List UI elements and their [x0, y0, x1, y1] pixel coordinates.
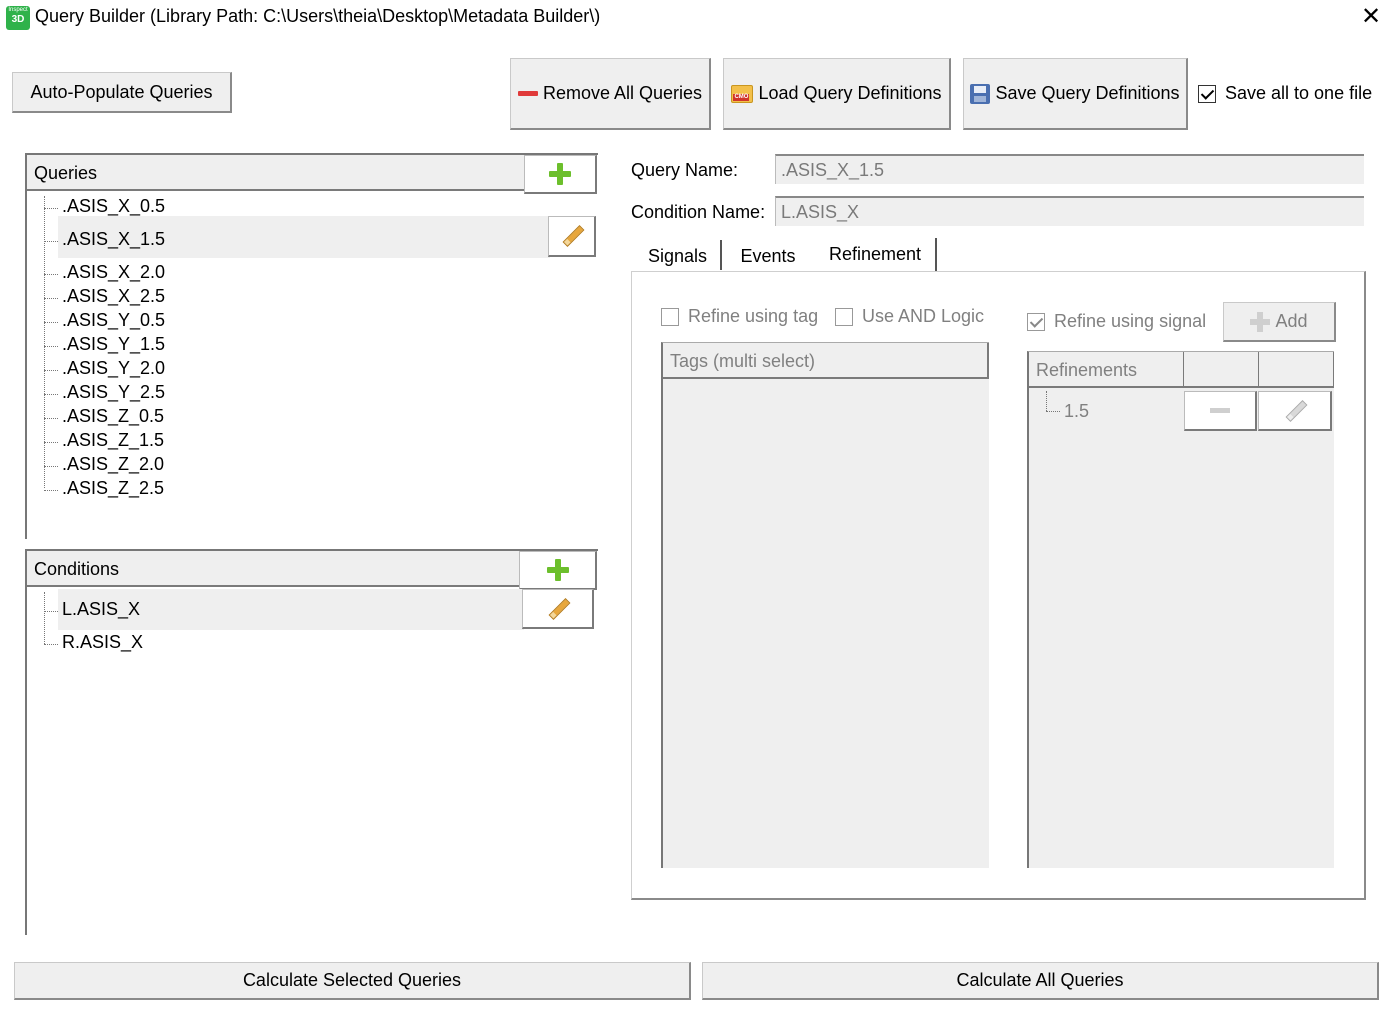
minus-icon [1210, 408, 1230, 413]
condition-name-label: Condition Name: [631, 202, 766, 222]
query-item[interactable]: .ASIS_Y_2.0 [62, 358, 165, 379]
close-icon[interactable]: ✕ [1358, 2, 1384, 32]
refinement-item[interactable]: 1.5 [1064, 401, 1089, 422]
condition-item[interactable]: R.ASIS_X [62, 632, 143, 653]
app-icon: Inspect 3D [6, 6, 30, 30]
edit-query-button[interactable] [548, 216, 596, 257]
plus-icon [1250, 311, 1271, 332]
refine-signal-checkbox[interactable]: Refine using signal [1027, 311, 1206, 332]
add-condition-button[interactable] [519, 551, 597, 590]
condition-name-field[interactable]: L.ASIS_X [775, 196, 1364, 226]
refine-tag-checkbox[interactable]: Refine using tag [661, 306, 818, 327]
refinements-header: Refinements [1029, 352, 1334, 388]
checkbox-icon[interactable] [661, 307, 679, 326]
query-item[interactable]: .ASIS_Y_2.5 [62, 382, 165, 403]
query-item[interactable]: .ASIS_Z_2.5 [62, 478, 164, 499]
tree-connector [44, 611, 58, 612]
tree-connector [1046, 391, 1047, 411]
query-name-label: Query Name: [631, 160, 739, 180]
save-query-definitions-button[interactable]: Save Query Definitions [963, 58, 1188, 130]
checkbox-icon[interactable] [835, 307, 853, 326]
tree-connector [44, 274, 58, 275]
edit-condition-button[interactable] [522, 589, 594, 629]
calculate-selected-button[interactable]: Calculate Selected Queries [14, 962, 691, 1000]
tree-connector [44, 466, 58, 467]
auto-populate-button[interactable]: Auto-Populate Queries [12, 72, 232, 113]
save-disk-icon [970, 83, 991, 104]
tree-connector [44, 196, 45, 488]
conditions-header: Conditions [27, 551, 520, 587]
tree-connector [44, 208, 58, 209]
tree-connector [44, 298, 58, 299]
tree-connector [1046, 411, 1060, 412]
condition-item[interactable]: L.ASIS_X [62, 599, 140, 620]
plus-icon [549, 163, 571, 185]
window-title: Query Builder (Library Path: C:\Users\th… [35, 6, 601, 26]
pencil-icon [547, 598, 569, 620]
query-item[interactable]: .ASIS_Y_1.5 [62, 334, 165, 355]
query-name-field[interactable]: .ASIS_X_1.5 [775, 154, 1364, 184]
refinements-header-col2 [1184, 352, 1259, 386]
calculate-all-button[interactable]: Calculate All Queries [702, 962, 1379, 1000]
query-item[interactable]: .ASIS_X_2.0 [62, 262, 165, 283]
query-item[interactable]: .ASIS_Z_0.5 [62, 406, 164, 427]
save-one-file-checkbox[interactable]: Save all to one file [1198, 83, 1372, 104]
query-item[interactable]: .ASIS_X_1.5 [62, 229, 165, 250]
tree-connector [44, 442, 58, 443]
tab-events[interactable]: Events [729, 246, 807, 270]
tree-connector [44, 394, 58, 395]
folder-open-icon: CMO [731, 84, 754, 103]
checkbox-icon[interactable] [1027, 312, 1045, 331]
pencil-icon [1284, 400, 1306, 422]
tab-refinement[interactable]: Refinement [820, 244, 930, 268]
tree-connector [44, 592, 45, 644]
tree-connector [44, 490, 58, 491]
add-refinement-button[interactable]: Add [1223, 302, 1336, 342]
add-query-button[interactable] [524, 155, 597, 194]
tree-connector [44, 346, 58, 347]
query-item[interactable]: .ASIS_Z_1.5 [62, 430, 164, 451]
tree-connector [44, 322, 58, 323]
query-item[interactable]: .ASIS_X_2.5 [62, 286, 165, 307]
tags-header: Tags (multi select) [663, 343, 989, 379]
tab-signals[interactable]: Signals [640, 246, 715, 270]
tree-connector [44, 418, 58, 419]
tree-connector [44, 241, 58, 242]
tags-list[interactable]: Tags (multi select) [661, 342, 989, 868]
checkbox-icon[interactable] [1198, 84, 1216, 103]
tree-connector [44, 644, 58, 645]
load-query-definitions-button[interactable]: CMO Load Query Definitions [723, 58, 951, 130]
refinements-header-col3 [1259, 352, 1334, 386]
tree-connector [44, 370, 58, 371]
refinements-header-label: Refinements [1029, 352, 1184, 386]
queries-header: Queries [27, 155, 525, 191]
edit-refinement-button[interactable] [1258, 391, 1332, 431]
plus-icon [546, 559, 569, 581]
and-logic-checkbox[interactable]: Use AND Logic [835, 306, 984, 327]
query-item[interactable]: .ASIS_Z_2.0 [62, 454, 164, 475]
remove-all-queries-button[interactable]: Remove All Queries [510, 58, 711, 130]
query-item[interactable]: .ASIS_Y_0.5 [62, 310, 165, 331]
query-item[interactable]: .ASIS_X_0.5 [62, 196, 165, 217]
pencil-icon [561, 225, 583, 247]
tab-separator [720, 240, 722, 270]
minus-icon [517, 91, 538, 96]
remove-refinement-button[interactable] [1184, 391, 1257, 431]
